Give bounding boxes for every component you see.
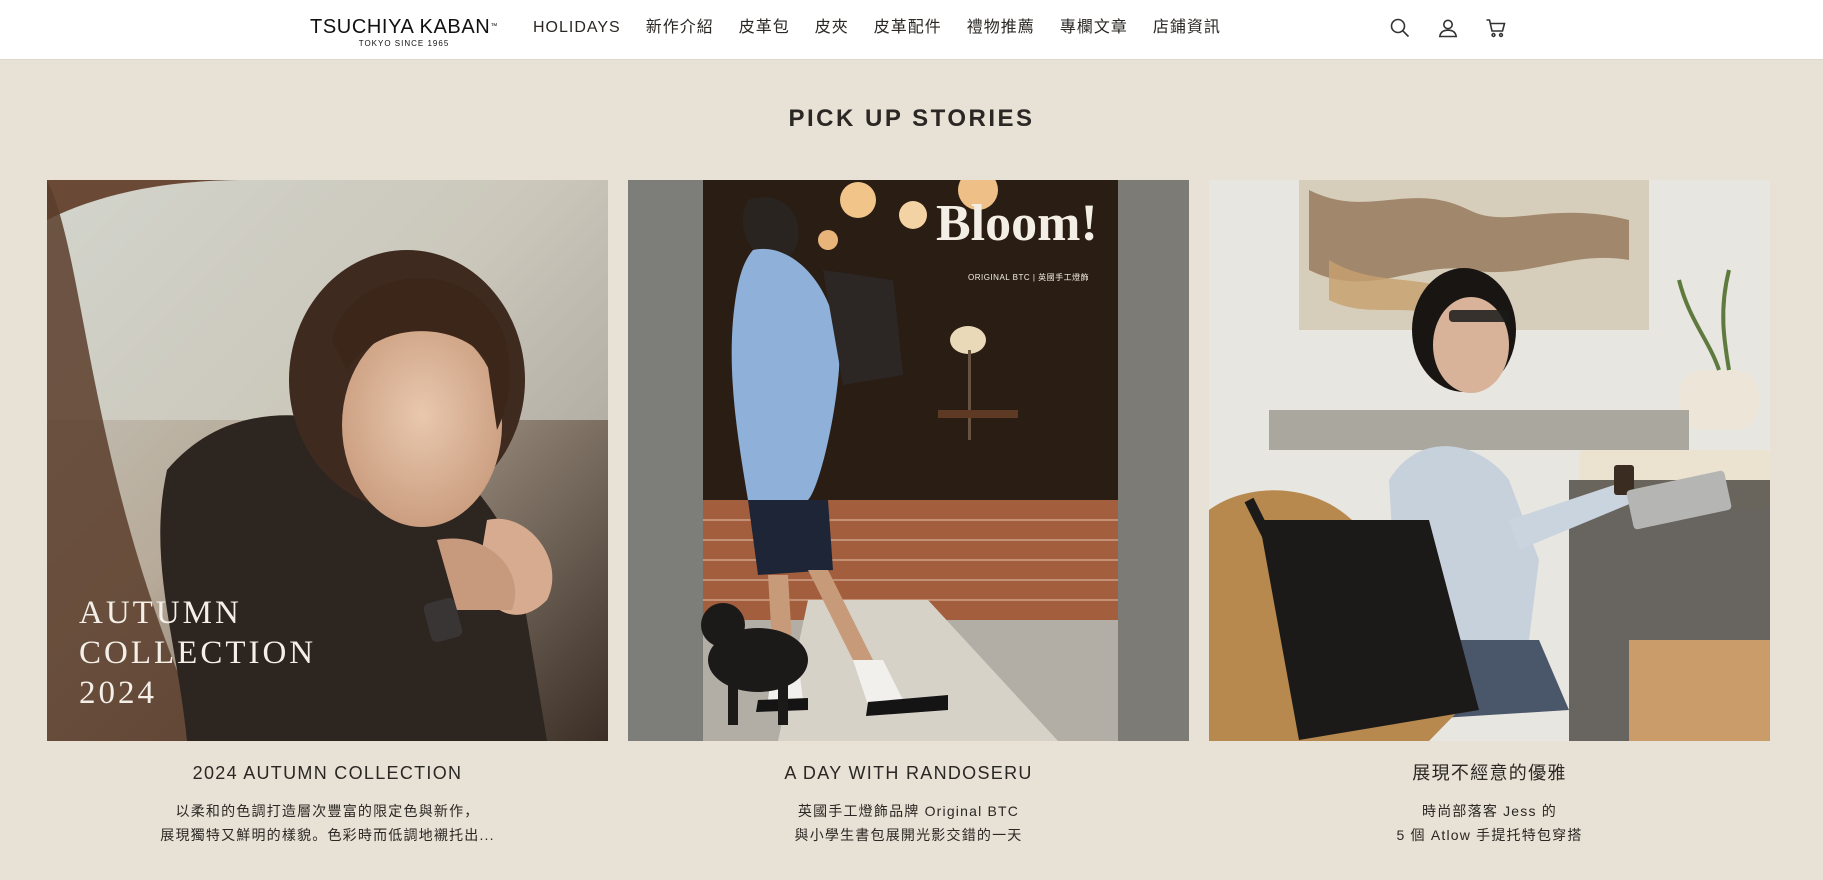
story-title[interactable]: 展現不經意的優雅	[1209, 761, 1770, 785]
story-card-effortless-elegance[interactable]: 展現不經意的優雅 時尚部落客 Jess 的 5 個 Atlow 手提托特包穿搭	[1209, 180, 1770, 847]
story-description: 時尚部落客 Jess 的 5 個 Atlow 手提托特包穿搭	[1209, 799, 1770, 847]
image-sign-text: Bloom!	[936, 195, 1098, 252]
story-description-line: 英國手工燈飾品牌 Original BTC	[797, 803, 1020, 819]
main-nav: HOLIDAYS 新作介紹 皮革包 皮夾 皮革配件 禮物推薦 專欄文章 店鋪資訊	[533, 16, 1246, 40]
account-icon[interactable]	[1436, 16, 1460, 40]
story-description: 以柔和的色調打造層次豐富的限定色與新作， 展現獨特又鮮明的樣貌。色彩時而低調地襯…	[47, 799, 608, 847]
site-header: TSUCHIYA KABAN™ TOKYO SINCE 1965 HOLIDAY…	[0, 0, 1823, 60]
story-description-line: 與小學生書包展開光影交錯的一天	[794, 827, 1023, 843]
image-sign-subtext: ORIGINAL BTC | 英國手工燈飾	[968, 273, 1090, 282]
story-description-line: 5 個 Atlow 手提托特包穿搭	[1396, 827, 1583, 843]
nav-item-gift-ideas[interactable]: 禮物推薦	[967, 16, 1035, 40]
story-image-autumn-collection[interactable]: AUTUMN COLLECTION 2024	[47, 180, 608, 741]
nav-item-holidays[interactable]: HOLIDAYS	[533, 16, 621, 40]
nav-item-store-info[interactable]: 店鋪資訊	[1153, 16, 1221, 40]
nav-item-wallets[interactable]: 皮夾	[815, 16, 849, 40]
nav-item-journal[interactable]: 專欄文章	[1060, 16, 1128, 40]
section-title: PICK UP STORIES	[788, 105, 1035, 132]
story-card-autumn-collection[interactable]: AUTUMN COLLECTION 2024 2024 AUTUMN COLLE…	[47, 180, 608, 847]
overlay-line: COLLECTION	[79, 635, 317, 671]
story-description: 英國手工燈飾品牌 Original BTC 與小學生書包展開光影交錯的一天	[628, 799, 1189, 847]
story-description-line: 時尚部落客 Jess 的	[1422, 803, 1557, 819]
story-description-line: 以柔和的色調打造層次豐富的限定色與新作，	[175, 803, 480, 819]
overlay-line: 2024	[79, 675, 157, 711]
brand-tagline: TOKYO SINCE 1965	[358, 39, 450, 48]
search-icon[interactable]	[1388, 16, 1412, 40]
brand-logo[interactable]: TSUCHIYA KABAN™ TOKYO SINCE 1965	[303, 16, 505, 50]
story-image-overlay-text: AUTUMN COLLECTION 2024	[79, 593, 316, 713]
brand-name: TSUCHIYA KABAN	[310, 16, 491, 38]
cart-icon[interactable]	[1484, 16, 1508, 40]
story-card-randoseru[interactable]: Bloom! ORIGINAL BTC | 英國手工燈飾 A DAY WITH …	[628, 180, 1189, 847]
nav-item-leather-bags[interactable]: 皮革包	[739, 16, 790, 40]
story-title[interactable]: 2024 AUTUMN COLLECTION	[47, 761, 608, 785]
story-title[interactable]: A DAY WITH RANDOSERU	[628, 761, 1189, 785]
nav-item-leather-accessories[interactable]: 皮革配件	[874, 16, 942, 40]
brand-trademark: ™	[490, 23, 498, 30]
overlay-line: AUTUMN	[79, 595, 242, 631]
story-description-line: 展現獨特又鮮明的樣貌。色彩時而低調地襯托出...	[160, 827, 495, 843]
story-image-randoseru[interactable]: Bloom! ORIGINAL BTC | 英國手工燈飾	[628, 180, 1189, 741]
story-image-effortless-elegance[interactable]	[1209, 180, 1770, 741]
nav-item-new-arrivals[interactable]: 新作介紹	[646, 16, 714, 40]
